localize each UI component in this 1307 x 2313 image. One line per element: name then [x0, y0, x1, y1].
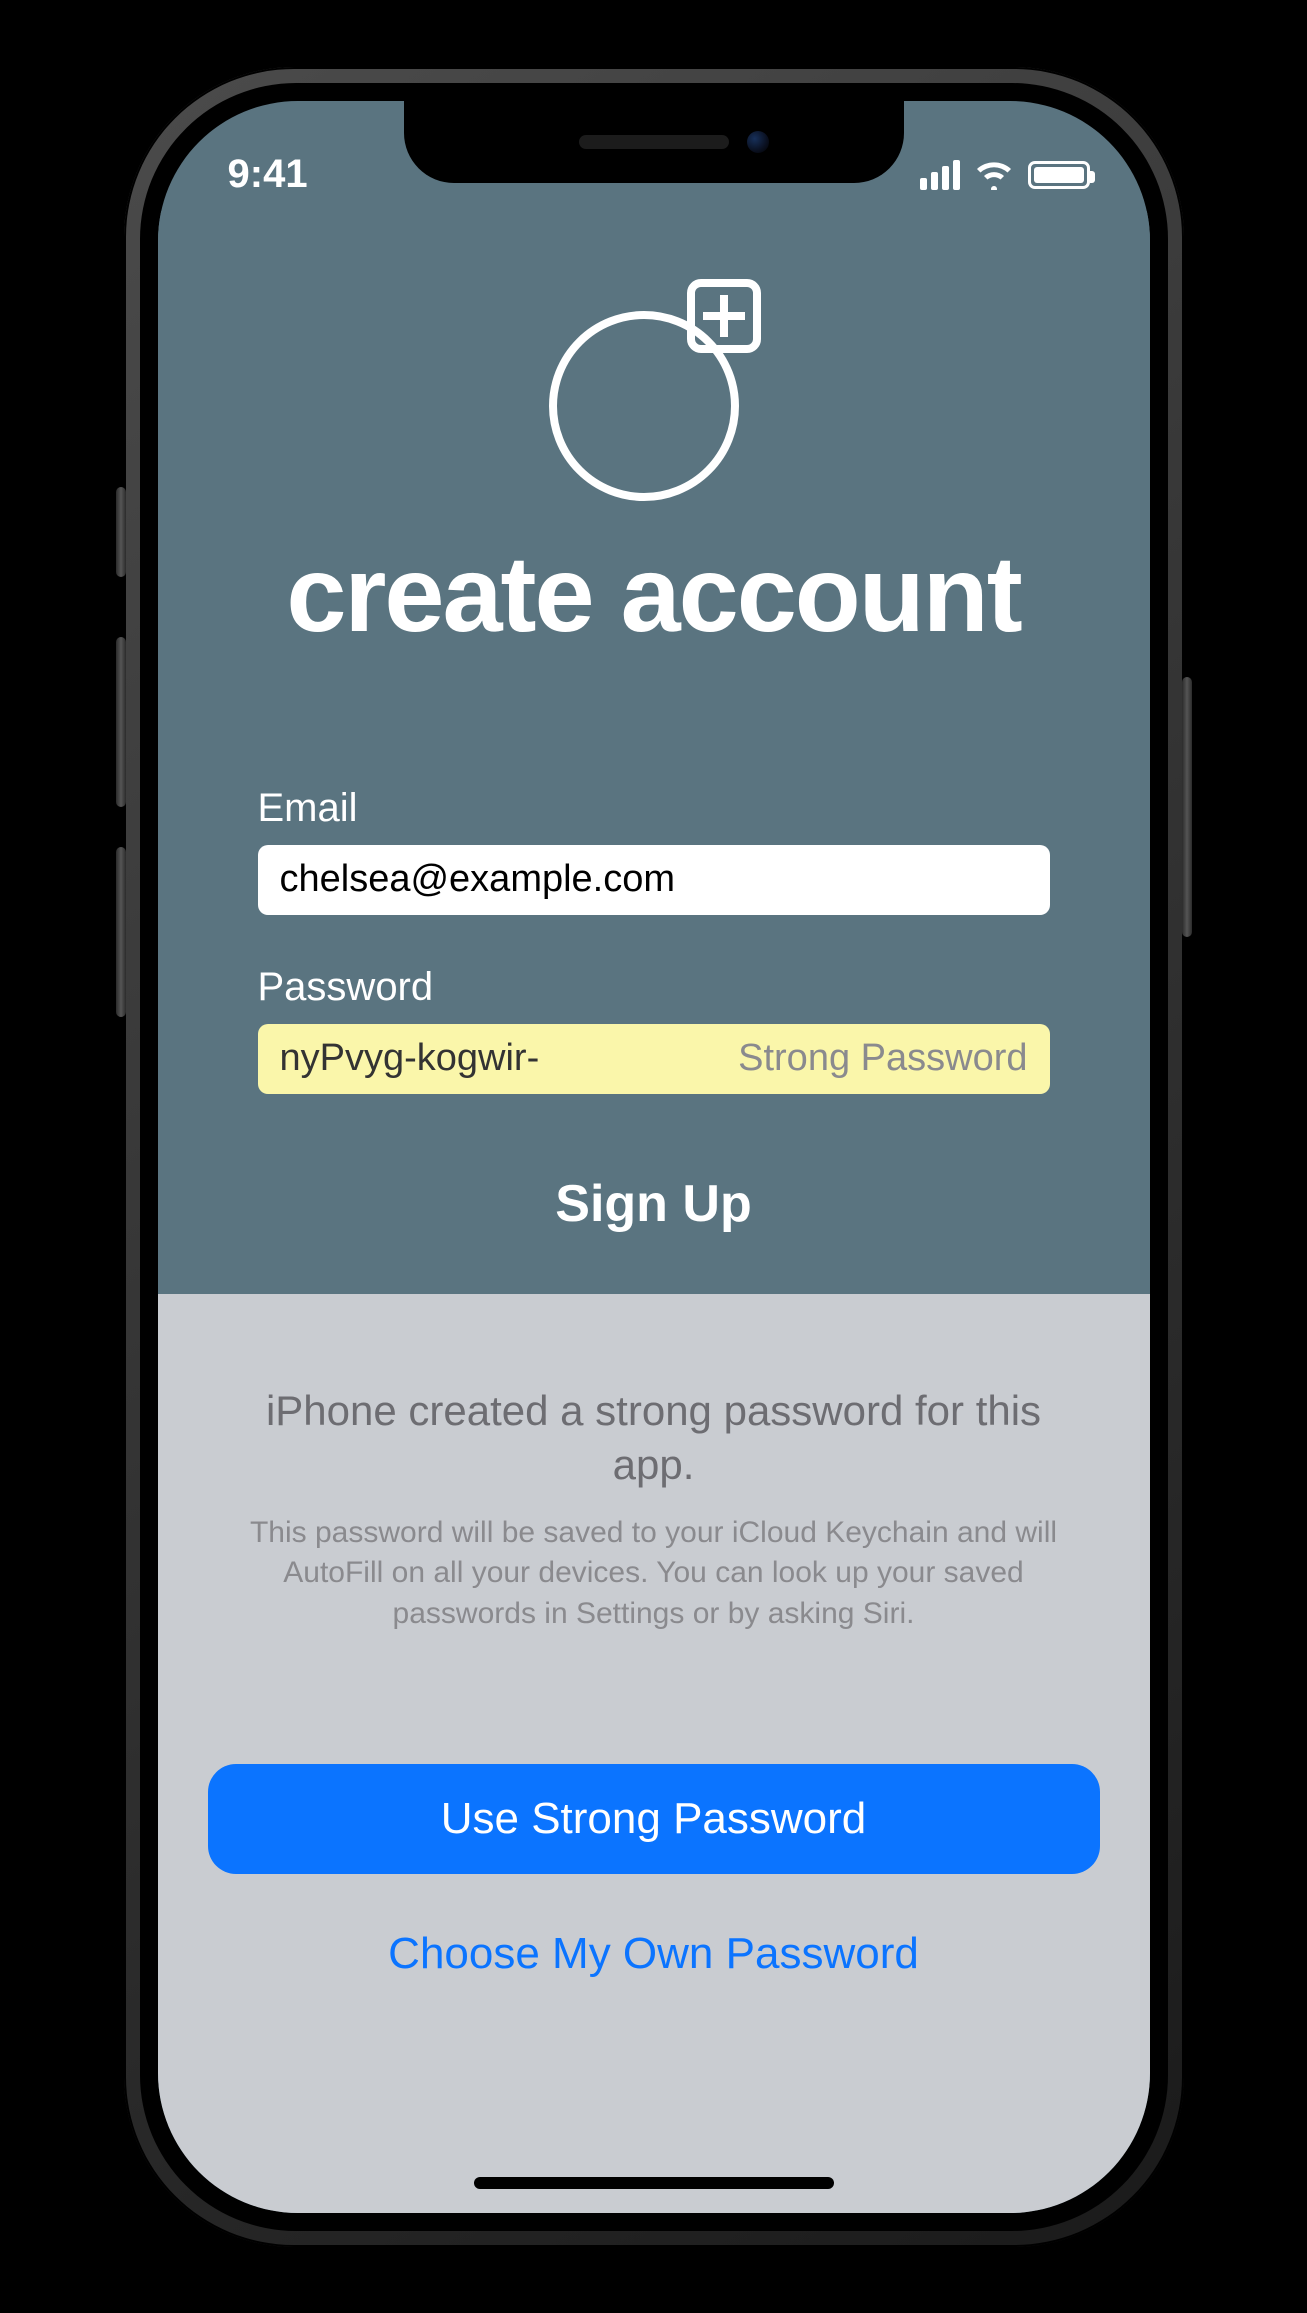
volume-up-button — [116, 637, 126, 807]
side-button — [1182, 677, 1192, 937]
status-time: 9:41 — [228, 152, 308, 197]
mute-switch — [116, 487, 126, 577]
volume-down-button — [116, 847, 126, 1017]
signup-form: Email Password nyPvyg-kogwir- Strong Pas… — [158, 786, 1150, 1234]
use-strong-password-button[interactable]: Use Strong Password — [208, 1764, 1100, 1874]
sheet-title: iPhone created a strong password for thi… — [208, 1384, 1100, 1493]
battery-icon — [1028, 161, 1090, 189]
email-label: Email — [258, 786, 1050, 831]
sign-up-button[interactable]: Sign Up — [555, 1174, 751, 1234]
sheet-subtitle: This password will be saved to your iClo… — [208, 1513, 1100, 1635]
wifi-icon — [974, 160, 1014, 190]
password-field[interactable]: nyPvyg-kogwir- Strong Password — [258, 1024, 1050, 1094]
notch — [404, 101, 904, 183]
cellular-icon — [920, 160, 960, 190]
password-value: nyPvyg-kogwir- — [280, 1037, 540, 1080]
home-indicator[interactable] — [474, 2177, 834, 2189]
front-camera — [747, 131, 769, 153]
screen: 9:41 — [158, 101, 1150, 2213]
email-field[interactable] — [258, 845, 1050, 915]
password-strength-label: Strong Password — [728, 1037, 1027, 1080]
app-logo-icon — [539, 271, 769, 501]
phone-frame: 9:41 — [124, 67, 1184, 2247]
password-label: Password — [258, 965, 1050, 1010]
page-title: create account — [158, 531, 1150, 656]
speaker-grille — [579, 135, 729, 149]
choose-own-password-button[interactable]: Choose My Own Password — [208, 1929, 1100, 1979]
autofill-sheet: iPhone created a strong password for thi… — [158, 1294, 1150, 2213]
